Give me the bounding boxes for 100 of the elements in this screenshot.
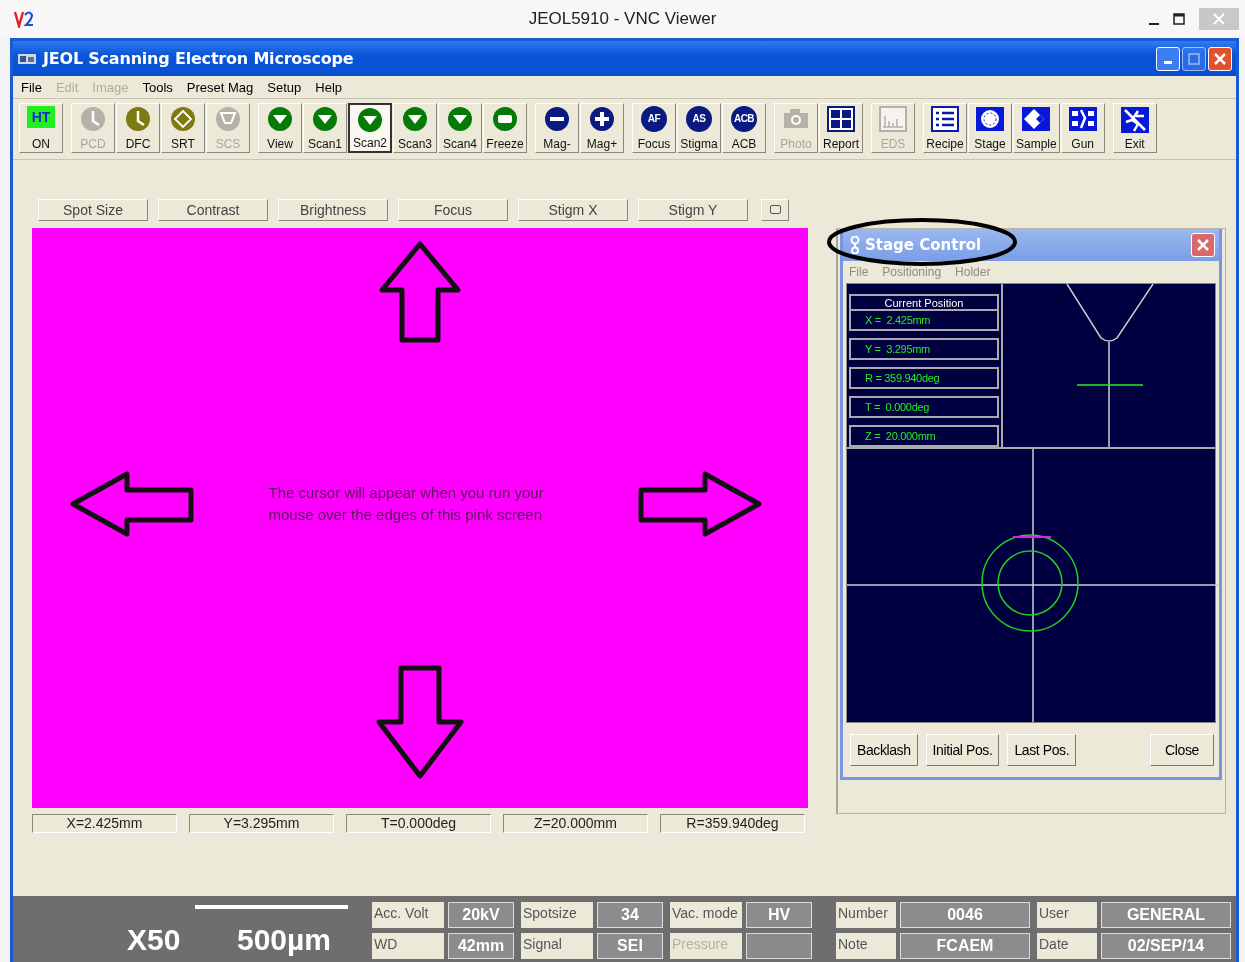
adjust-button[interactable]: Stigm X (518, 198, 628, 221)
toolbar-button[interactable]: SRT (161, 103, 205, 153)
field-label: Acc. Volt (372, 902, 444, 929)
menu-item[interactable]: Preset Mag (186, 79, 254, 95)
arrow-up-icon (378, 239, 462, 344)
close-button[interactable] (1191, 232, 1215, 257)
field-label: Note (836, 933, 896, 960)
field-label: Pressure (670, 933, 742, 960)
field-label: Spotsize (521, 902, 593, 929)
mode-emblem: AF (641, 106, 667, 132)
maximize-icon (1188, 52, 1200, 65)
field-label: User (1037, 902, 1097, 929)
square-icon (769, 205, 781, 215)
magnification: X50 (127, 923, 182, 958)
vnc-logo-icon (14, 10, 34, 28)
stage-icon (849, 235, 861, 254)
field-value: GENERAL (1101, 902, 1231, 929)
adjust-button[interactable]: Contrast (158, 198, 268, 221)
stage-readout: X = 2.425mm (849, 308, 999, 331)
position-readout: X=2.425mm (32, 813, 177, 833)
toolbar-button[interactable]: Scan1 (303, 103, 347, 153)
target-icon (975, 106, 1005, 132)
toolbar-button[interactable]: AS Stigma (677, 103, 721, 153)
toolbar-button[interactable]: Sample (1013, 103, 1060, 153)
scale-length: 500µm (237, 923, 331, 958)
toolbar-button[interactable]: ACB ACB (722, 103, 766, 153)
arrow-right-icon (637, 469, 763, 538)
minus-icon (544, 106, 570, 132)
running-figure-icon (1119, 106, 1150, 134)
toolbar-button[interactable]: View (258, 103, 302, 153)
dialog-button[interactable]: Backlash (850, 733, 918, 766)
toolbar-button[interactable]: Recipe (923, 103, 967, 153)
circuit-icon (1067, 106, 1098, 132)
mode-emblem: ACB (731, 106, 757, 132)
minimize-button[interactable] (1156, 46, 1180, 71)
position-readout: Z=20.000mm (503, 813, 648, 833)
menu-item[interactable]: Help (315, 79, 343, 95)
camera-icon (782, 106, 810, 130)
menu-item[interactable]: Setup (267, 79, 302, 95)
toolbar-button[interactable]: Scan3 (393, 103, 437, 153)
toolbar-button[interactable]: Report (819, 103, 863, 153)
dialog-title: Stage Control (865, 235, 982, 254)
toggle-button[interactable] (761, 198, 789, 221)
field-value: SEI (597, 933, 663, 960)
adjust-button[interactable]: Spot Size (38, 198, 148, 221)
plus-icon (589, 106, 615, 132)
close-icon (1197, 238, 1209, 251)
adjust-button[interactable]: Focus (398, 198, 508, 221)
spectrum-icon (879, 106, 907, 132)
dialog-button[interactable]: Initial Pos. (925, 733, 1000, 766)
window-title: JEOL5910 - VNC Viewer (528, 9, 717, 28)
viewer-message: The cursor will appear when you run your mouse over the edges of this pink screen (268, 482, 545, 525)
position-readout: T=0.000deg (346, 813, 491, 833)
field-value: FCAEM (900, 933, 1030, 960)
position-readout: R=359.940deg (660, 813, 805, 833)
ht-lamp: HT (27, 106, 55, 128)
dialog-button[interactable]: Close (1150, 733, 1214, 766)
layout-icon (827, 106, 855, 132)
image-viewer[interactable]: The cursor will appear when you run your mouse over the edges of this pink screen (32, 227, 808, 808)
field-value: 20kV (448, 902, 514, 929)
toolbar-button[interactable]: Scan2 (348, 103, 392, 153)
dialog-button[interactable]: Last Pos. (1007, 733, 1077, 766)
field-value: 42mm (448, 933, 514, 960)
close-icon (1213, 13, 1225, 25)
toolbar-button[interactable]: Stage (968, 103, 1012, 153)
stage-readout: T = 0.000deg (849, 395, 999, 418)
field-label: WD (372, 933, 444, 960)
field-value: 0046 (900, 902, 1030, 929)
field-label: Vac. mode (670, 902, 742, 929)
menu-item[interactable]: Tools (142, 79, 173, 95)
field-value (746, 933, 812, 960)
maximize-button[interactable] (1182, 46, 1206, 71)
field-value: HV (746, 902, 812, 929)
toolbar-button[interactable]: Mag+ (580, 103, 624, 153)
list-icon (931, 106, 959, 132)
position-readout: Y=3.295mm (189, 813, 334, 833)
field-label: Signal (521, 933, 593, 960)
toolbar-button[interactable]: HT ON (19, 103, 63, 153)
readout-heading: Current Position (849, 293, 999, 309)
toolbar-button[interactable]: Mag- (535, 103, 579, 153)
funnel-icon (215, 106, 241, 132)
diamond-icon (170, 106, 196, 132)
field-value: 34 (597, 902, 663, 929)
toolbar-button[interactable]: Exit (1112, 103, 1157, 153)
toolbar-button[interactable]: Freeze (483, 103, 527, 153)
app-title: JEOL Scanning Electron Microscope (43, 49, 354, 68)
minimize-icon (1164, 61, 1172, 64)
toolbar-button[interactable]: Gun (1060, 103, 1105, 153)
arrow-left-icon (69, 469, 195, 538)
close-button[interactable] (1208, 46, 1232, 71)
close-icon (1214, 52, 1226, 65)
toolbar-button[interactable]: AF Focus (632, 103, 676, 153)
stage-readout: Y = 3.295mm (849, 337, 999, 360)
toolbar-button[interactable]: DFC (116, 103, 160, 153)
adjust-button[interactable]: Stigm Y (638, 198, 748, 221)
gauge-icon (125, 106, 151, 132)
maximize-icon[interactable] (1173, 13, 1185, 25)
toolbar-button[interactable]: Scan4 (438, 103, 482, 153)
menu-item[interactable]: File (21, 79, 42, 95)
adjust-button[interactable]: Brightness (278, 198, 388, 221)
